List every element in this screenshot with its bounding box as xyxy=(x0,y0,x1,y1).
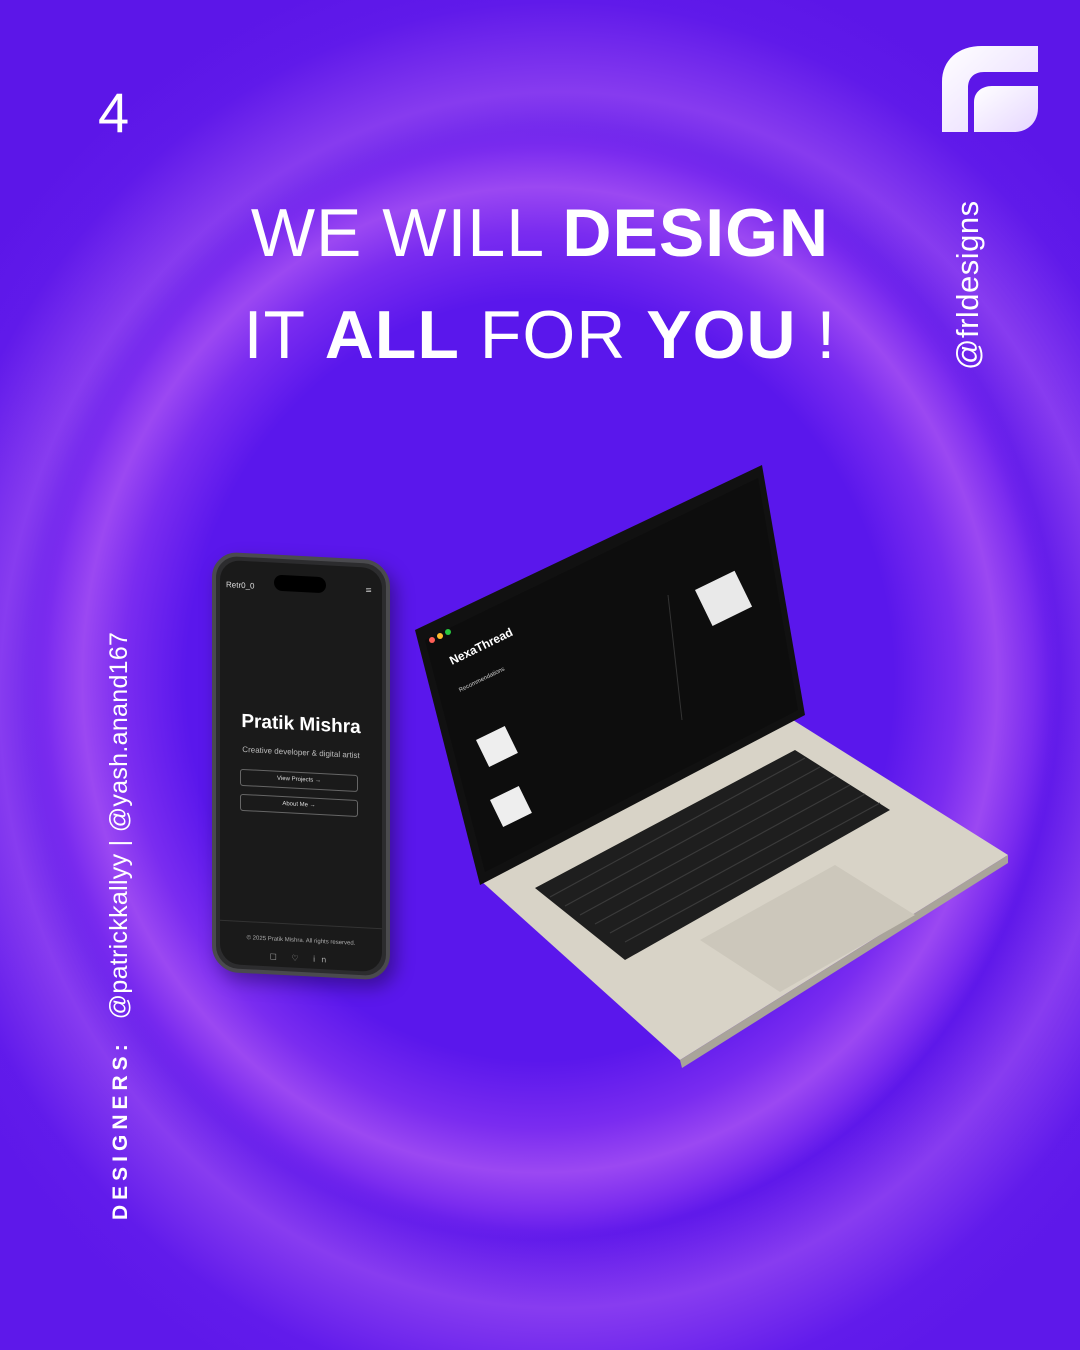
page-number: 4 xyxy=(98,81,130,144)
headline-line-2: IT ALL FOR YOU ! xyxy=(0,284,1080,386)
profile-role: Creative developer & digital artist xyxy=(242,744,360,761)
phone-brand: Retr0_0 xyxy=(226,580,255,591)
footer-divider xyxy=(220,919,382,930)
headline: WE WILL DESIGN IT ALL FOR YOU ! xyxy=(0,182,1080,386)
designers-credit: DESIGNERS: @patrickkallyy | @yash.anand16… xyxy=(105,632,134,1220)
headline-text: IT xyxy=(243,297,325,373)
phone-mockup: Retr0_0 ≡ Pratik Mishra Creative develop… xyxy=(212,551,390,981)
headline-bold-text: YOU xyxy=(646,297,797,373)
phone-screen: Retr0_0 ≡ Pratik Mishra Creative develop… xyxy=(220,559,382,973)
headline-text: WE WILL xyxy=(250,195,563,271)
designers-label: DESIGNERS: xyxy=(109,1039,132,1220)
about-me-button: About Me → xyxy=(240,793,358,817)
headline-text: FOR xyxy=(459,297,647,373)
copyright-text: © 2025 Pratik Mishra. All rights reserve… xyxy=(246,935,356,947)
dynamic-island xyxy=(274,574,326,594)
social-icons: ☐ ♡ in xyxy=(269,952,333,965)
headline-bold-text: DESIGN xyxy=(562,195,830,271)
menu-icon: ≡ xyxy=(365,585,372,595)
laptop-mockup: NexaThread Recommendations xyxy=(415,465,1008,1068)
designers-names: @patrickkallyy | @yash.anand167 xyxy=(105,631,133,1020)
view-projects-button: View Projects → xyxy=(240,768,358,792)
headline-bold-text: ALL xyxy=(324,297,460,373)
profile-name: Pratik Mishra xyxy=(241,710,361,739)
headline-text: ! xyxy=(796,297,837,373)
frl-logo-icon xyxy=(942,46,1038,132)
headline-line-1: WE WILL DESIGN xyxy=(0,182,1080,284)
social-handle: @frldesigns xyxy=(950,200,985,370)
